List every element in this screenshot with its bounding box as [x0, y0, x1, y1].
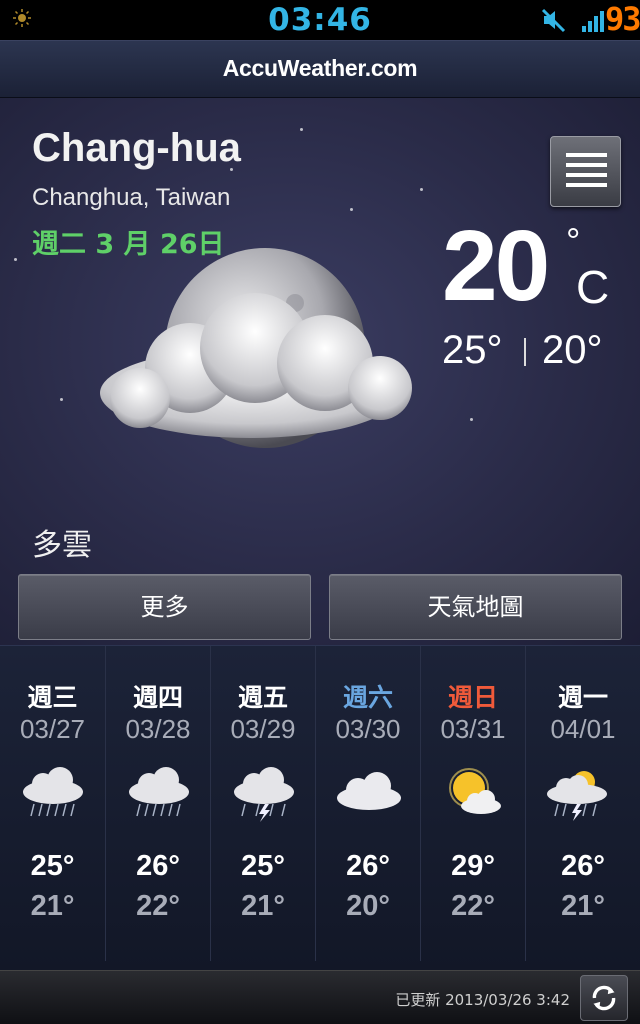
status-bar: 03:46 93 [0, 0, 640, 40]
star [350, 208, 353, 211]
day-name: 週五 [237, 683, 288, 712]
day-date: 03/27 [19, 714, 86, 744]
sun-cloud-icon [449, 768, 501, 814]
sun-rain-icon [547, 771, 607, 821]
star [14, 258, 17, 261]
day-high: 26° [346, 850, 390, 882]
degree-symbol: ° [566, 220, 581, 261]
low-temperature: 20° [542, 328, 603, 372]
forecast-day[interactable]: 週六 03/30 26° 20° [315, 646, 420, 961]
star [60, 398, 63, 401]
last-updated: 已更新 2013/03/26 3:42 [395, 991, 570, 1009]
day-date: 03/29 [230, 714, 296, 744]
day-low: 22° [451, 890, 495, 922]
mute-icon [541, 8, 566, 33]
moon-cloud-icon [100, 248, 412, 448]
day-date: 03/30 [335, 714, 401, 744]
star [470, 418, 473, 421]
forecast-day[interactable]: 週三 03/27 25° 21° [0, 646, 105, 961]
day-low: 21° [561, 890, 605, 922]
day-date: 03/28 [125, 714, 191, 744]
brand-logo[interactable]: AccuWeather.com [0, 55, 640, 82]
temperature-unit: C [576, 261, 610, 313]
forecast-day[interactable]: 週五 03/29 25° 21° [210, 646, 315, 961]
more-button[interactable]: 更多 [18, 574, 311, 640]
day-high: 26° [136, 850, 180, 882]
temperature-divider [524, 338, 526, 366]
day-date: 03/31 [440, 714, 506, 744]
weather-map-button[interactable]: 天氣地圖 [329, 574, 622, 640]
thunderstorm-icon [234, 767, 294, 822]
day-low: 22° [136, 890, 180, 922]
city-name: Chang-hua [32, 126, 241, 170]
forecast-day[interactable]: 週一 04/01 26° 21° [525, 646, 640, 961]
forecast-strip: 週三 03/27 25° 21° 週四 03/28 26° 22° 週五 03/… [0, 645, 640, 970]
current-temperature: 20 [442, 210, 550, 322]
weather-condition: 多雲 [32, 528, 92, 563]
menu-icon [566, 153, 607, 157]
rain-cloud-icon [23, 767, 83, 817]
forecast-day[interactable]: 週四 03/28 26° 22° [105, 646, 210, 961]
app-header: AccuWeather.com [0, 40, 640, 98]
day-high: 25° [241, 850, 285, 882]
day-high: 29° [451, 850, 495, 882]
day-date: 04/01 [550, 714, 616, 744]
rain-cloud-icon [129, 767, 189, 817]
high-temperature: 25° [442, 328, 503, 372]
menu-icon-bar [566, 173, 607, 177]
day-name: 週四 [132, 683, 183, 712]
menu-button[interactable] [550, 136, 621, 207]
forecast-day[interactable]: 週日 03/31 29° 22° [420, 646, 525, 961]
refresh-icon [592, 985, 616, 1011]
day-low: 21° [241, 890, 285, 922]
region-name: Changhua, Taiwan [32, 184, 231, 211]
signal-icon [582, 11, 604, 32]
day-name: 週日 [447, 683, 498, 712]
day-low: 20° [346, 890, 390, 922]
refresh-button[interactable] [580, 975, 628, 1021]
battery-level: 93 [605, 0, 640, 38]
day-name: 週三 [27, 683, 78, 712]
bottom-bar: 已更新 2013/03/26 3:42 [0, 970, 640, 1024]
day-high: 26° [561, 850, 605, 882]
menu-icon-bar [566, 163, 607, 167]
day-name: 週六 [342, 683, 393, 712]
day-name: 週一 [557, 683, 608, 712]
cloud-icon [337, 772, 401, 810]
day-low: 21° [30, 890, 75, 922]
menu-icon-bar [566, 183, 607, 187]
star [420, 188, 423, 191]
day-high: 25° [30, 850, 75, 882]
star [300, 128, 303, 131]
current-conditions: Chang-hua Changhua, Taiwan 週二 3 月 26日 20… [0, 98, 640, 645]
